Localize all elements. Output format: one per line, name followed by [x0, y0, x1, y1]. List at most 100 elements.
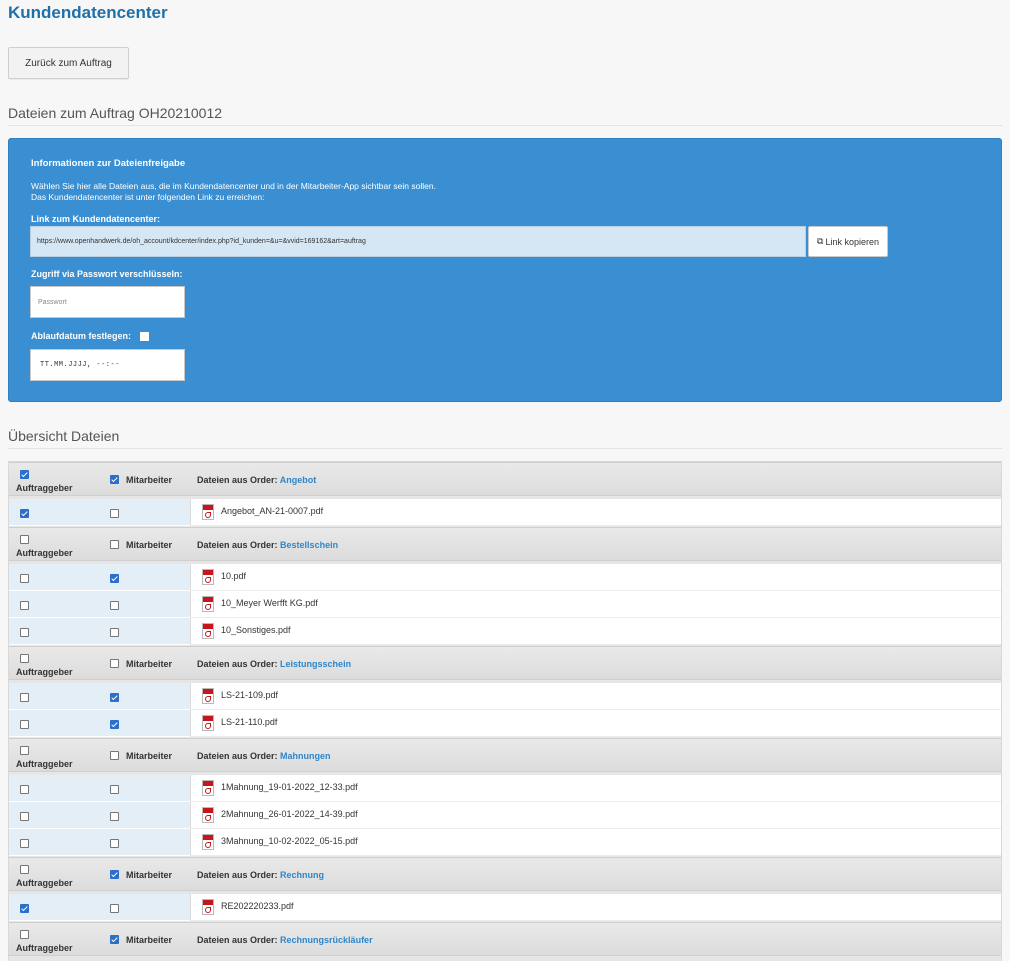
client-column-label: Auftraggeber [16, 548, 73, 558]
pdf-icon [202, 715, 214, 731]
employee-column-label: Mitarbeiter [126, 540, 173, 550]
group-client-checkbox[interactable] [20, 654, 29, 663]
pdf-icon [202, 834, 214, 850]
file-client-checkbox[interactable] [20, 628, 29, 637]
group-order-link[interactable]: Rechnungsrückläufer [280, 935, 373, 945]
group-header-row: Auftraggeber Mitarbeiter Dateien aus Order… [9, 527, 1001, 561]
employee-column-label: Mitarbeiter [126, 751, 173, 761]
expiry-checkbox[interactable] [140, 332, 149, 341]
file-name[interactable]: RE202220233.pdf [221, 901, 294, 911]
group-employee-checkbox[interactable] [110, 751, 119, 760]
file-checkbox-cell [9, 894, 190, 921]
file-row: 10_Sonstiges.pdf [9, 618, 1001, 645]
file-client-checkbox[interactable] [20, 785, 29, 794]
file-row: 1Mahnung_19-01-2022_12-33.pdf [9, 775, 1001, 802]
group-client-checkbox[interactable] [20, 865, 29, 874]
file-client-checkbox[interactable] [20, 720, 29, 729]
page-title: Kundendatencenter [8, 3, 168, 22]
customer-center-link-field[interactable]: https://www.openhandwerk.de/oh_account/k… [30, 226, 806, 257]
file-employee-checkbox[interactable] [110, 693, 119, 702]
copy-link-button[interactable]: ⧉ Link kopieren [808, 226, 888, 257]
pdf-icon [202, 569, 214, 585]
group-employee-checkbox[interactable] [110, 540, 119, 549]
file-client-checkbox[interactable] [20, 812, 29, 821]
file-employee-checkbox[interactable] [110, 839, 119, 848]
file-client-checkbox[interactable] [20, 601, 29, 610]
file-sharing-info-panel: Informationen zur Dateienfreigabe Wählen… [8, 138, 1002, 402]
group-title: Dateien aus Order: Bestellschein [197, 540, 338, 550]
file-name-cell: 10_Meyer Werfft KG.pdf [190, 591, 1001, 618]
client-column-label: Auftraggeber [16, 759, 73, 769]
client-column-label: Auftraggeber [16, 943, 73, 953]
file-name[interactable]: 10_Sonstiges.pdf [221, 625, 291, 635]
group-employee-checkbox[interactable] [110, 475, 119, 484]
file-employee-checkbox[interactable] [110, 812, 119, 821]
file-name[interactable]: 10.pdf [221, 571, 246, 581]
group-client-checkbox[interactable] [20, 746, 29, 755]
group-order-link[interactable]: Leistungsschein [280, 659, 351, 669]
files-table: Auftraggeber Mitarbeiter Dateien aus Order… [8, 461, 1002, 961]
group-order-link[interactable]: Rechnung [280, 870, 324, 880]
file-name[interactable]: 3Mahnung_10-02-2022_05-15.pdf [221, 836, 358, 846]
file-name-cell: RE202220233.pdf [190, 894, 1001, 921]
file-client-checkbox[interactable] [20, 509, 29, 518]
group-client-checkbox[interactable] [20, 470, 29, 479]
file-name[interactable]: 2Mahnung_26-01-2022_14-39.pdf [221, 809, 358, 819]
group-employee-checkbox[interactable] [110, 935, 119, 944]
group-prefix: Dateien aus Order: [197, 540, 278, 550]
group-employee-checkbox[interactable] [110, 870, 119, 879]
file-name[interactable]: 10_Meyer Werfft KG.pdf [221, 598, 318, 608]
file-row: LS-21-109.pdf [9, 683, 1001, 710]
file-checkbox-cell [9, 710, 190, 737]
pdf-icon [202, 688, 214, 704]
file-employee-checkbox[interactable] [110, 574, 119, 583]
back-to-order-button[interactable]: Zurück zum Auftrag [8, 47, 129, 79]
copy-icon: ⧉ [817, 236, 824, 246]
pdf-icon [202, 504, 214, 520]
client-column-label: Auftraggeber [16, 483, 73, 493]
group-order-link[interactable]: Angebot [280, 475, 317, 485]
file-employee-checkbox[interactable] [110, 785, 119, 794]
group-header-row: Auftraggeber Mitarbeiter Dateien aus Order… [9, 462, 1001, 496]
pdf-icon [202, 596, 214, 612]
file-employee-checkbox[interactable] [110, 509, 119, 518]
file-checkbox-cell [9, 829, 190, 856]
file-employee-checkbox[interactable] [110, 628, 119, 637]
file-employee-checkbox[interactable] [110, 601, 119, 610]
group-employee-checkbox[interactable] [110, 659, 119, 668]
file-client-checkbox[interactable] [20, 693, 29, 702]
file-row: RE202220233.pdf [9, 894, 1001, 921]
file-name-cell: 1Mahnung_19-01-2022_12-33.pdf [190, 775, 1001, 802]
password-input[interactable]: Passwort [30, 286, 185, 318]
group-order-link[interactable]: Mahnungen [280, 751, 331, 761]
file-row: 10_Meyer Werfft KG.pdf [9, 591, 1001, 618]
file-name[interactable]: 1Mahnung_19-01-2022_12-33.pdf [221, 782, 358, 792]
file-checkbox-cell [9, 564, 190, 591]
file-row: 10.pdf [9, 564, 1001, 591]
group-prefix: Dateien aus Order: [197, 870, 278, 880]
group-prefix: Dateien aus Order: [197, 935, 278, 945]
file-name[interactable]: Angebot_AN-21-0007.pdf [221, 506, 323, 516]
file-name[interactable]: LS-21-109.pdf [221, 690, 278, 700]
file-client-checkbox[interactable] [20, 839, 29, 848]
file-client-checkbox[interactable] [20, 574, 29, 583]
file-name[interactable]: LS-21-110.pdf [221, 717, 277, 727]
file-client-checkbox[interactable] [20, 904, 29, 913]
file-name-cell: 10_Sonstiges.pdf [190, 618, 1001, 645]
group-prefix: Dateien aus Order: [197, 475, 278, 485]
file-checkbox-cell [9, 683, 190, 710]
file-employee-checkbox[interactable] [110, 720, 119, 729]
expiry-label: Ablaufdatum festlegen: [31, 331, 132, 341]
files-section-title: Dateien zum Auftrag OH20210012 [8, 105, 223, 121]
group-order-link[interactable]: Bestellschein [280, 540, 338, 550]
expiry-date-input[interactable]: TT.MM.JJJJ, --:-- [30, 349, 185, 381]
file-name-cell: 3Mahnung_10-02-2022_05-15.pdf [190, 829, 1001, 856]
group-title: Dateien aus Order: Leistungsschein [197, 659, 351, 669]
group-client-checkbox[interactable] [20, 930, 29, 939]
pdf-icon [202, 780, 214, 796]
file-employee-checkbox[interactable] [110, 904, 119, 913]
file-row: 3Mahnung_10-02-2022_05-15.pdf [9, 829, 1001, 856]
pdf-icon [202, 899, 214, 915]
file-name-cell: LS-21-109.pdf [190, 683, 1001, 710]
group-client-checkbox[interactable] [20, 535, 29, 544]
